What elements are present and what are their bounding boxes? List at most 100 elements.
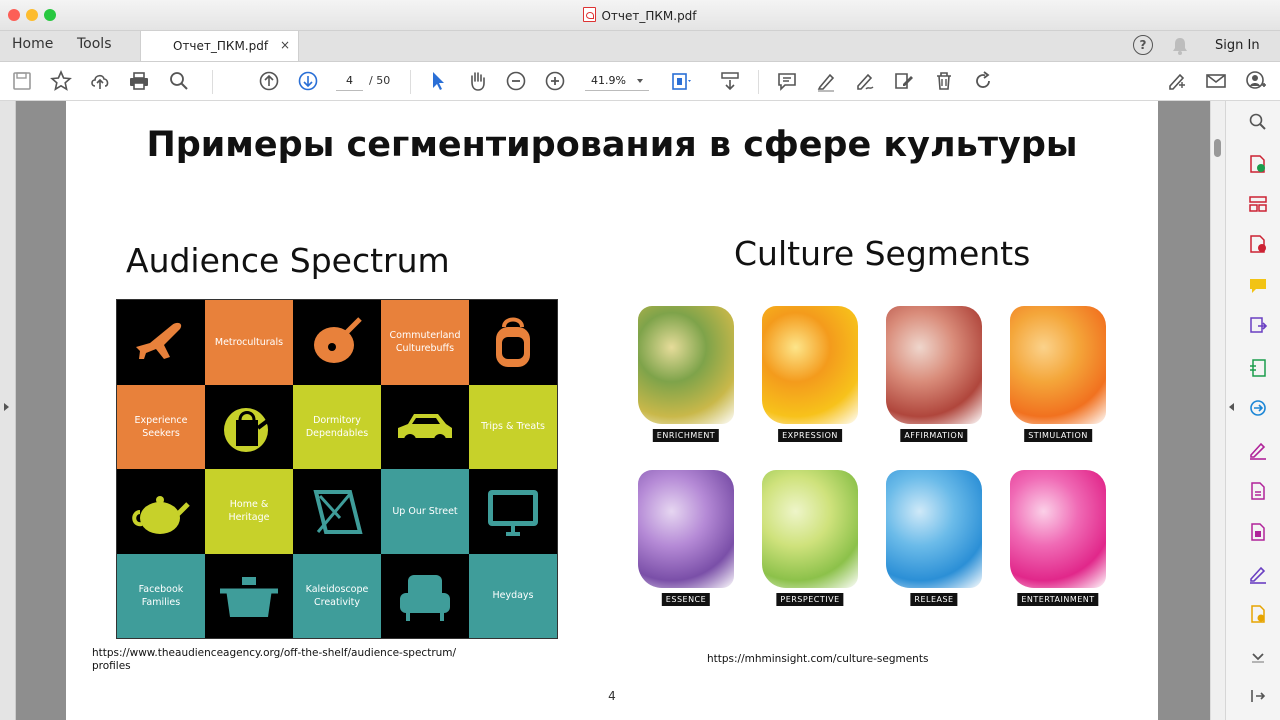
- bookmark-star-icon[interactable]: [50, 69, 72, 92]
- rotate-icon[interactable]: [972, 70, 994, 92]
- pdf-page: Примеры сегментирования в сфере культуры…: [66, 101, 1158, 720]
- window-title: Отчет_ПКМ.pdf: [0, 7, 1280, 23]
- zoom-level-value: 41.9%: [591, 74, 626, 87]
- watering-can-icon: [205, 384, 293, 469]
- select-cursor-icon[interactable]: [427, 70, 449, 92]
- armchair-icon: [381, 553, 469, 638]
- highlight-pen-icon[interactable]: [815, 70, 837, 92]
- culture-segment-label: PERSPECTIVE: [776, 593, 844, 606]
- organize-pages-icon[interactable]: [1248, 194, 1268, 214]
- audience-segment-experience-seekers: Experience Seekers: [117, 384, 205, 469]
- close-tab-icon[interactable]: ×: [280, 38, 290, 52]
- audience-segment-commuterland-culturebuffs: Commuterland Culturebuffs: [381, 300, 469, 385]
- audience-segment-metroculturals: Metroculturals: [205, 300, 293, 385]
- certificate-icon[interactable]: [1248, 604, 1268, 624]
- more-tools-chevron-icon[interactable]: [1248, 646, 1268, 666]
- tab-bar: Home Tools Отчет_ПКМ.pdf × ? Sign In: [0, 31, 1280, 62]
- acrobat-window: Отчет_ПКМ.pdf Home Tools Отчет_ПКМ.pdf ×…: [0, 0, 1280, 720]
- deckchair-icon: [293, 469, 381, 554]
- audience-segment-label: Home & Heritage: [228, 499, 270, 524]
- culture-segments-grid: ENRICHMENT EXPRESSION AFFIRMATION STIMULATI…: [634, 306, 1122, 626]
- sign-in-button[interactable]: Sign In: [1215, 38, 1260, 53]
- audience-segment-home-heritage: Home & Heritage: [205, 469, 293, 554]
- expand-panel-icon[interactable]: [1248, 686, 1268, 706]
- audience-segment-label: Facebook Families: [138, 583, 184, 608]
- add-user-icon[interactable]: [1245, 70, 1267, 92]
- audience-spectrum-heading: Audience Spectrum: [126, 241, 450, 280]
- page-up-icon[interactable]: [258, 70, 280, 92]
- culture-segment-essence: ESSENCE: [634, 470, 738, 610]
- vertical-scrollbar[interactable]: [1210, 101, 1225, 720]
- culture-segment-illustration: [762, 306, 858, 424]
- left-panel-toggle[interactable]: [0, 101, 16, 720]
- culture-segment-label: ESSENCE: [661, 593, 711, 606]
- pdf-file-icon: [583, 7, 597, 22]
- combine-files-icon[interactable]: [1248, 316, 1268, 336]
- upload-cloud-icon[interactable]: [89, 70, 111, 92]
- culture-segment-label: ENTERTAINMENT: [1017, 593, 1099, 606]
- delete-trash-icon[interactable]: [933, 70, 955, 92]
- culture-segment-illustration: [886, 470, 982, 588]
- audience-segment-label: Trips & Treats: [481, 421, 545, 433]
- scroll-mode-icon[interactable]: [719, 70, 741, 92]
- zoom-out-icon[interactable]: [505, 70, 527, 92]
- culture-segment-stimulation: STIMULATION: [1006, 306, 1110, 446]
- help-icon[interactable]: ?: [1133, 35, 1153, 55]
- culture-segment-illustration: [886, 306, 982, 424]
- audience-segment-trips-treats: Trips & Treats: [469, 384, 557, 469]
- document-viewer[interactable]: Примеры сегментирования в сфере культуры…: [16, 101, 1210, 720]
- page-number-input[interactable]: 4: [336, 71, 363, 91]
- export-pdf-icon[interactable]: [1248, 154, 1268, 174]
- print-icon[interactable]: [128, 70, 150, 92]
- page-total: / 50: [369, 74, 391, 87]
- pot-icon: [205, 553, 293, 638]
- comment-icon[interactable]: [776, 70, 798, 92]
- fit-page-icon[interactable]: [670, 70, 692, 92]
- title-bar: Отчет_ПКМ.pdf: [0, 0, 1280, 31]
- teapot-icon: [117, 469, 205, 554]
- audience-segment-label: Experience Seekers: [134, 414, 188, 439]
- link-sign-icon[interactable]: [1166, 70, 1188, 92]
- culture-segment-entertainment: ENTERTAINMENT: [1006, 470, 1110, 610]
- audience-spectrum-grid: Metroculturals Commuterland Culturebuffs E…: [116, 299, 558, 639]
- signature-icon[interactable]: [1248, 564, 1268, 584]
- audience-segment-heydays: Heydays: [469, 553, 557, 638]
- edit-pdf-icon[interactable]: [893, 70, 915, 92]
- zoom-level-select[interactable]: 41.9%: [585, 71, 649, 91]
- culture-segment-label: STIMULATION: [1024, 429, 1092, 442]
- create-pdf-icon[interactable]: [1248, 234, 1268, 254]
- notifications-bell-icon[interactable]: [1172, 37, 1188, 59]
- page-down-icon[interactable]: [297, 70, 319, 92]
- culture-segment-release: RELEASE: [882, 470, 986, 610]
- audience-segment-label: Dormitory Dependables: [305, 414, 369, 439]
- audience-segment-label: Heydays: [492, 590, 534, 602]
- main-toolbar: 4 / 50 41.9%: [0, 62, 1280, 101]
- save-icon[interactable]: [11, 70, 33, 92]
- scrollbar-thumb[interactable]: [1214, 139, 1221, 157]
- zoom-in-icon[interactable]: [544, 70, 566, 92]
- toolbar-divider: [212, 70, 213, 94]
- tab-home[interactable]: Home: [12, 36, 53, 52]
- tab-tools[interactable]: Tools: [77, 36, 112, 52]
- expand-left-panel-icon[interactable]: [4, 403, 9, 411]
- collapse-tools-pane-icon[interactable]: [1229, 403, 1234, 411]
- send-review-icon[interactable]: [1248, 398, 1268, 418]
- pdf-tool-icon[interactable]: [1248, 481, 1268, 501]
- email-icon[interactable]: [1205, 70, 1227, 92]
- hand-tool-icon[interactable]: [466, 70, 488, 92]
- fill-sign-icon[interactable]: [1248, 440, 1268, 460]
- search-icon[interactable]: [168, 70, 190, 92]
- comment-tool-icon[interactable]: [1248, 276, 1268, 296]
- tab-document[interactable]: Отчет_ПКМ.pdf ×: [140, 31, 299, 61]
- search-tools-icon[interactable]: [1248, 112, 1268, 132]
- culture-segment-label: AFFIRMATION: [900, 429, 968, 442]
- backpack-icon: [469, 300, 557, 385]
- audience-spectrum-url[interactable]: https://www.theaudienceagency.org/off-th…: [92, 647, 492, 673]
- compress-pdf-icon[interactable]: [1248, 358, 1268, 378]
- slide-title: Примеры сегментирования в сфере культуры: [146, 125, 1078, 165]
- toolbar-divider: [758, 70, 759, 94]
- tools-pane: [1225, 101, 1280, 720]
- draw-sign-icon[interactable]: [854, 70, 876, 92]
- culture-segments-url[interactable]: https://mhminsight.com/culture-segments: [707, 653, 928, 666]
- pdf-form-icon[interactable]: [1248, 522, 1268, 542]
